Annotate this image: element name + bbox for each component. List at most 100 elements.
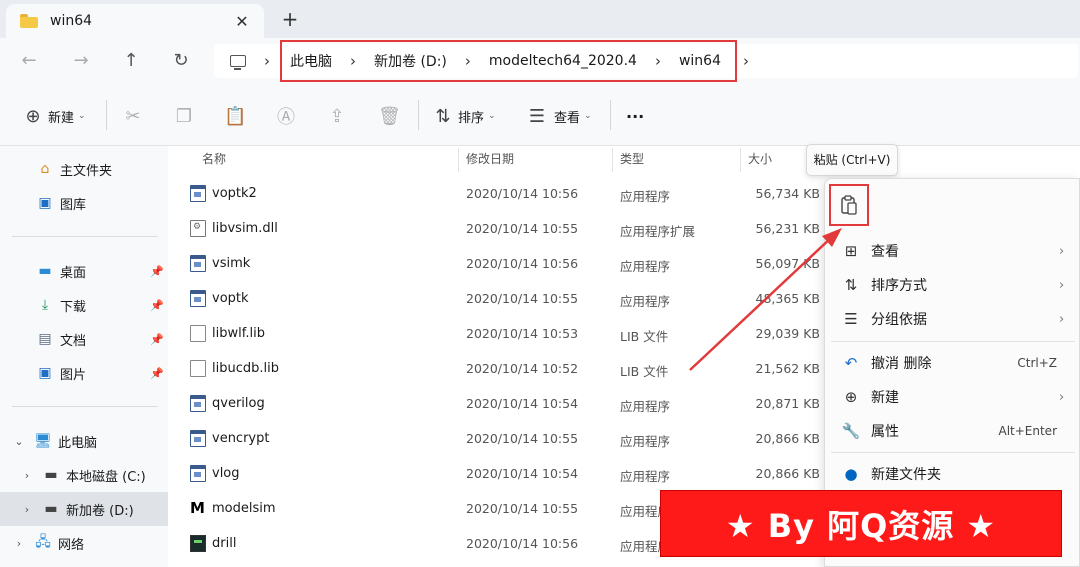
file-type: 应用程序: [620, 259, 671, 274]
document-icon: ▤: [38, 331, 52, 347]
view-button[interactable]: ☰ 查看 ⌄: [526, 104, 592, 128]
up-button[interactable]: ↑: [116, 46, 146, 76]
sidebar-item-network[interactable]: › 🖧 网络: [0, 526, 168, 560]
sidebar-item-this-pc[interactable]: ⌄ 🖥 此电脑: [0, 424, 168, 458]
rename-button[interactable]: Ⓐ: [275, 104, 297, 128]
menu-item-properties[interactable]: 🔧 属性 Alt+Enter: [825, 414, 1080, 448]
chevron-right-icon[interactable]: ›: [10, 537, 28, 550]
forward-button[interactable]: →: [66, 46, 96, 76]
chevron-right-icon[interactable]: ›: [18, 469, 36, 482]
chevron-down-icon[interactable]: ⌄: [10, 435, 28, 448]
application-icon: [190, 395, 206, 412]
sidebar-item-downloads[interactable]: ⤓ 下载 📌: [0, 288, 168, 322]
menu-item-undo-delete[interactable]: ↶ 撤消 删除 Ctrl+Z: [825, 346, 1080, 380]
file-size: 48,365 KB: [755, 291, 820, 306]
pin-icon[interactable]: 📌: [150, 299, 164, 312]
breadcrumb-item[interactable]: modeltech64_2020.4: [489, 53, 637, 69]
column-header-size[interactable]: 大小: [748, 146, 772, 174]
rename-icon: Ⓐ: [277, 107, 295, 128]
sidebar-item-label: 图片: [60, 367, 87, 383]
view-label: 查看: [554, 110, 581, 126]
sidebar-item-documents[interactable]: ▤ 文档 📌: [0, 322, 168, 356]
breadcrumb-item[interactable]: win64: [679, 53, 721, 69]
new-folder-icon: ●: [844, 465, 858, 483]
file-type: 应用程序扩展: [620, 224, 696, 239]
watermark-banner: ★ By 阿Q资源 ★: [660, 490, 1062, 557]
breadcrumb-item[interactable]: 新加卷 (D:): [374, 51, 447, 71]
back-button[interactable]: ←: [14, 46, 44, 76]
sidebar-item-desktop[interactable]: ▬ 桌面 📌: [0, 254, 168, 288]
sidebar-item-pictures[interactable]: ▣ 图片 📌: [0, 356, 168, 390]
menu-divider: [831, 341, 1075, 342]
menu-item-new-folder[interactable]: ● 新建文件夹: [825, 457, 1080, 491]
file-type: LIB 文件: [620, 364, 669, 379]
file-date: 2020/10/14 10:56: [466, 186, 579, 201]
file-size: 20,866 KB: [755, 466, 820, 481]
column-header-name[interactable]: 名称: [202, 146, 226, 174]
paste-button[interactable]: 📋: [224, 104, 246, 128]
tab-win64[interactable]: win64 ✕: [6, 4, 264, 38]
chevron-right-icon: ›: [1059, 311, 1065, 327]
lib-file-icon: [190, 325, 206, 342]
chevron-right-icon: ›: [1059, 277, 1065, 293]
paste-menu-button[interactable]: [829, 184, 869, 226]
chevron-right-icon[interactable]: ›: [18, 503, 36, 516]
delete-button[interactable]: 🗑: [378, 104, 401, 128]
paste-icon: [841, 195, 857, 215]
file-type: 应用程序: [620, 434, 671, 449]
menu-item-new[interactable]: ⊕ 新建 ›: [825, 380, 1080, 414]
menu-item-sort[interactable]: ⇅ 排序方式 ›: [825, 268, 1080, 302]
computer-icon: 🖥: [34, 433, 52, 449]
new-button[interactable]: ⊕ 新建 ⌄: [22, 104, 85, 128]
grid-icon: ⊞: [844, 242, 858, 260]
chevron-down-icon: ⌄: [488, 111, 496, 121]
application-icon: [190, 255, 206, 272]
cut-button[interactable]: ✂: [122, 104, 144, 128]
menu-item-view[interactable]: ⊞ 查看 ›: [825, 234, 1080, 268]
file-size: 56,097 KB: [755, 256, 820, 271]
file-size: 21,562 KB: [755, 361, 820, 376]
breadcrumb-item[interactable]: 此电脑: [290, 51, 332, 71]
sidebar-item-drive-c[interactable]: › ▬ 本地磁盘 (C:): [0, 458, 168, 492]
menu-item-group-by[interactable]: ☰ 分组依据 ›: [825, 302, 1080, 336]
sort-icon: ⇅: [844, 276, 858, 294]
file-type: 应用程序: [620, 399, 671, 414]
drill-app-icon: [190, 535, 206, 552]
close-tab-icon[interactable]: ✕: [228, 12, 256, 31]
sidebar-item-home[interactable]: ⌂ 主文件夹: [0, 152, 168, 186]
column-divider[interactable]: [740, 148, 741, 172]
chevron-right-icon[interactable]: ›: [743, 52, 749, 70]
pin-icon[interactable]: 📌: [150, 333, 164, 346]
column-header-type[interactable]: 类型: [620, 146, 644, 174]
view-icon: ☰: [528, 105, 546, 127]
column-header-date[interactable]: 修改日期: [466, 146, 514, 174]
file-name: libwlf.lib: [212, 326, 265, 341]
share-button[interactable]: ⇪: [326, 104, 348, 128]
chevron-right-icon[interactable]: ›: [655, 52, 661, 70]
column-divider[interactable]: [458, 148, 459, 172]
refresh-button[interactable]: ↻: [166, 46, 196, 76]
pin-icon[interactable]: 📌: [150, 265, 164, 278]
chevron-right-icon[interactable]: ›: [465, 52, 471, 70]
cut-icon: ✂: [125, 105, 141, 127]
sidebar-item-drive-d[interactable]: › ▬ 新加卷 (D:): [0, 492, 168, 526]
more-button[interactable]: ···: [626, 104, 644, 128]
address-bar[interactable]: › 此电脑 › 新加卷 (D:) › modeltech64_2020.4 › …: [214, 40, 1078, 82]
file-name: libucdb.lib: [212, 361, 279, 376]
divider: [12, 236, 158, 237]
column-divider[interactable]: [612, 148, 613, 172]
sidebar-item-label: 桌面: [60, 265, 87, 281]
copy-button[interactable]: ❐: [173, 104, 195, 128]
new-tab-button[interactable]: +: [276, 6, 304, 34]
drive-icon: ▬: [44, 501, 58, 517]
sidebar-item-gallery[interactable]: ▣ 图库: [0, 186, 168, 220]
chevron-right-icon[interactable]: ›: [350, 52, 356, 70]
chevron-right-icon[interactable]: ›: [264, 52, 270, 70]
pin-icon[interactable]: 📌: [150, 367, 164, 380]
shortcut-label: Alt+Enter: [998, 424, 1057, 438]
file-date: 2020/10/14 10:56: [466, 536, 579, 551]
computer-icon: [230, 55, 246, 70]
file-name: vsimk: [212, 256, 251, 271]
sort-button[interactable]: ⇅ 排序 ⌄: [432, 104, 496, 128]
file-name: voptk: [212, 291, 249, 306]
